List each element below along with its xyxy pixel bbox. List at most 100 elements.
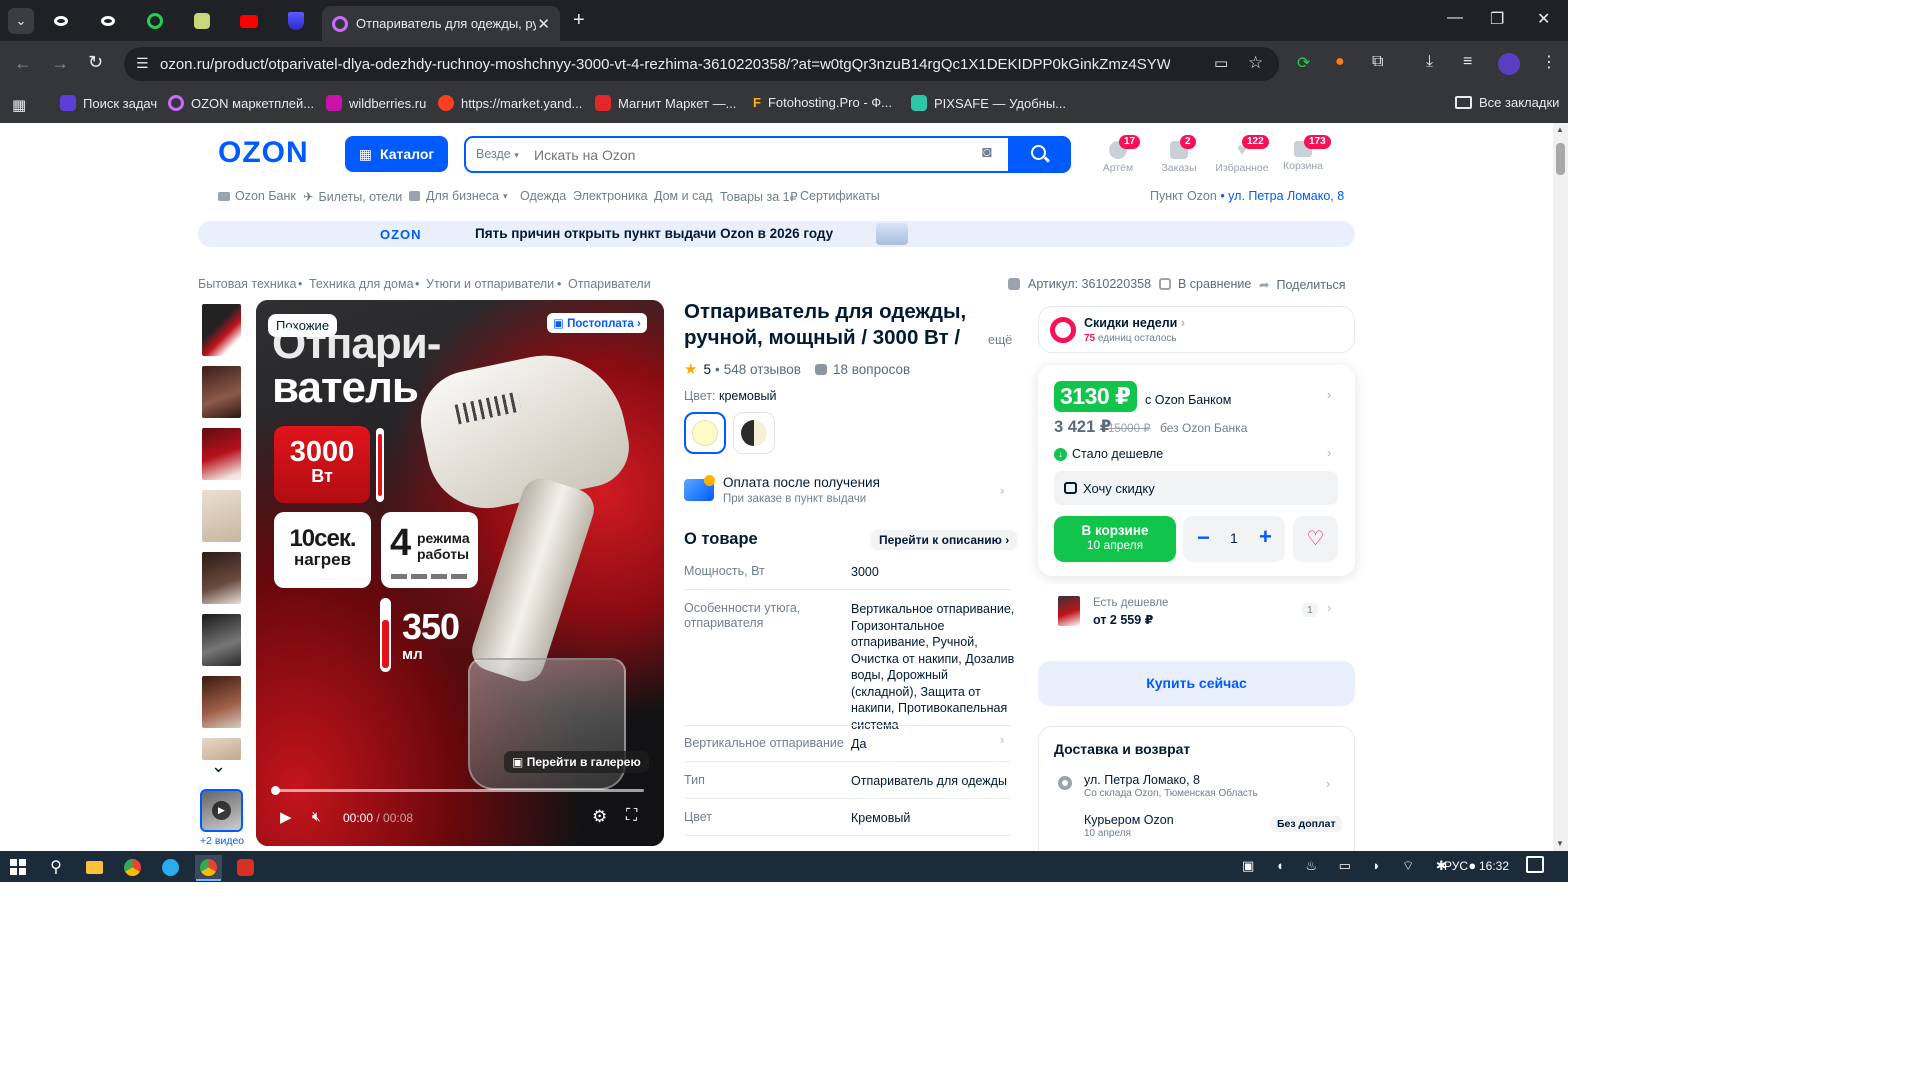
color-swatch-cream[interactable]	[684, 412, 726, 454]
nav-clothes[interactable]: Одежда	[520, 189, 566, 203]
payment-after-delivery[interactable]: Оплата после получения При заказе в пунк…	[684, 473, 1009, 511]
gallery-thumbnail[interactable]	[202, 552, 241, 604]
menu-dots-icon[interactable]: ⋮	[1541, 52, 1557, 72]
gallery-thumbnail[interactable]	[202, 428, 241, 480]
scroll-down-icon[interactable]: ▼	[1556, 839, 1564, 848]
app-icon[interactable]	[233, 855, 257, 879]
search-input[interactable]	[534, 144, 954, 166]
tab-search-button[interactable]: ⌄	[8, 8, 34, 34]
goto-description-link[interactable]: Перейти к описанию ›	[871, 530, 1018, 550]
pickup-point[interactable]: Пункт Ozon • ул. Петра Ломако, 8	[1150, 189, 1344, 203]
goto-gallery-button[interactable]: ▣ Перейти в галерею	[504, 751, 649, 773]
start-button[interactable]	[6, 855, 30, 879]
chrome-active-icon[interactable]	[195, 855, 222, 879]
apps-grid-icon[interactable]: ▦	[12, 96, 26, 114]
compare-button[interactable]: В сравнение	[1159, 277, 1251, 291]
active-tab[interactable]: Отпариватель для одежды, ру ✕	[322, 6, 560, 41]
camera-icon[interactable]: ◙	[982, 144, 992, 162]
bookmark-item[interactable]: OZON маркетплей...	[168, 95, 314, 111]
nav-certificates[interactable]: Сертификаты	[800, 189, 880, 203]
nav-home-garden[interactable]: Дом и сад	[654, 189, 713, 203]
promo-banner[interactable]: OZON Пять причин открыть пункт выдачи Oz…	[198, 221, 1355, 247]
buy-now-button[interactable]: Купить сейчас	[1038, 661, 1355, 706]
share-button[interactable]: ➦ Поделиться	[1259, 277, 1346, 293]
ozon-logo[interactable]: OZON	[218, 136, 309, 170]
article-number[interactable]: Артикул: 3610220358	[1008, 277, 1151, 291]
gallery-thumbnail[interactable]	[202, 614, 241, 666]
catalog-button[interactable]: ▦ Каталог	[345, 136, 448, 172]
page-scrollbar[interactable]: ▲ ▼	[1553, 123, 1568, 851]
chevron-right-icon[interactable]: ›	[1327, 445, 1331, 460]
plus-icon[interactable]: +	[1259, 524, 1272, 550]
video-thumbnail[interactable]: ▶	[200, 789, 243, 832]
telegram-icon[interactable]	[158, 855, 182, 879]
extension-icon[interactable]: ⟳	[1297, 53, 1310, 73]
bookmark-item[interactable]: PIXSAFE — Удобны...	[911, 95, 1066, 111]
extensions-puzzle-icon[interactable]: ⧉	[1372, 53, 1383, 71]
install-app-icon[interactable]: ▭	[1214, 54, 1228, 72]
extension-icon[interactable]: ●	[1335, 53, 1345, 71]
title-more-link[interactable]: ещё	[988, 333, 1012, 347]
week-deals-card[interactable]: Скидки недели › 75 единиц осталось	[1038, 306, 1355, 353]
pinned-tab-3[interactable]	[142, 8, 168, 34]
header-profile[interactable]: 17 Артём	[1089, 135, 1147, 174]
header-cart[interactable]: 173 Корзина	[1274, 135, 1332, 172]
address-bar[interactable]: ☰ ozon.ru/product/otparivatel-dlya-odezh…	[124, 47, 1279, 81]
want-discount-button[interactable]: Хочу скидку	[1054, 471, 1338, 505]
nav-one-ruble[interactable]: Товары за 1₽	[720, 189, 798, 204]
language-indicator[interactable]: РУС	[1444, 859, 1468, 873]
fullscreen-icon[interactable]: ⛶	[626, 807, 637, 825]
breadcrumb-item[interactable]: Утюги и отпариватели	[426, 277, 554, 291]
bookmark-item[interactable]: Магнит Маркет —...	[595, 95, 736, 111]
bookmark-item[interactable]: https://market.yand...	[438, 95, 582, 111]
breadcrumb-item[interactable]: Техника для дома	[309, 277, 414, 291]
settings-gear-icon[interactable]: ⚙	[592, 807, 607, 827]
search-icon[interactable]: ⚲	[44, 855, 68, 879]
clock[interactable]: 16:32	[1479, 859, 1509, 873]
video-count[interactable]: +2 видео	[200, 835, 244, 847]
close-window-icon[interactable]: ✕	[1537, 9, 1550, 29]
scrollbar-thumb[interactable]	[1556, 143, 1565, 175]
forward-icon[interactable]: →	[51, 53, 69, 74]
pinned-tab-2[interactable]	[95, 8, 121, 34]
profile-avatar[interactable]	[1498, 53, 1520, 75]
postpay-badge[interactable]: ▣ Постоплата ›	[547, 313, 647, 333]
bookmark-item[interactable]: F Fotohosting.Pro - Ф...	[753, 95, 892, 110]
chevron-down-icon[interactable]: ⌄	[211, 756, 226, 777]
all-bookmarks[interactable]: Все закладки	[1455, 95, 1559, 110]
header-favorites[interactable]: ♥ 122 Избранное	[1212, 135, 1272, 174]
reload-icon[interactable]: ↻	[88, 52, 103, 73]
gallery-thumbnail[interactable]	[202, 304, 241, 356]
back-icon[interactable]: ←	[14, 53, 32, 74]
gallery-thumbnail[interactable]	[202, 366, 241, 418]
new-tab-icon[interactable]: +	[573, 9, 585, 32]
pinned-tab-4[interactable]	[189, 8, 215, 34]
gallery-thumbnail[interactable]	[202, 490, 241, 542]
chevron-right-icon[interactable]: ›	[1000, 732, 1004, 747]
price-ozon-bank[interactable]: 3130 ₽	[1054, 381, 1137, 412]
breadcrumb-item[interactable]: Бытовая техника	[198, 277, 297, 291]
header-orders[interactable]: 2 Заказы	[1150, 135, 1208, 174]
close-tab-icon[interactable]: ✕	[537, 15, 550, 33]
bookmark-item[interactable]: wildberries.ru	[326, 95, 426, 111]
cheaper-elsewhere-card[interactable]: Есть дешевле от 2 559 ₽ 1 ›	[1046, 584, 1355, 642]
nav-electronics[interactable]: Электроника	[573, 189, 648, 203]
video-progress-bar[interactable]	[274, 789, 644, 792]
chevron-right-icon[interactable]: ›	[1327, 387, 1331, 402]
chrome-icon[interactable]	[120, 855, 144, 879]
play-icon[interactable]: ▶	[280, 808, 292, 826]
file-explorer-icon[interactable]	[82, 855, 106, 879]
download-icon[interactable]: ⤓	[1426, 53, 1433, 71]
minimize-icon[interactable]: —	[1447, 9, 1463, 27]
scroll-up-icon[interactable]: ▲	[1556, 125, 1564, 134]
nav-ozon-bank[interactable]: Ozon Банк	[218, 189, 296, 203]
site-info-icon[interactable]: ☰	[136, 55, 149, 72]
rating-row[interactable]: ★ 5 • 548 отзывов 18 вопросов	[684, 360, 910, 378]
search-button[interactable]	[1008, 136, 1071, 173]
nav-tickets[interactable]: ✈ Билеты, отели	[303, 189, 402, 205]
questions-count[interactable]: 18 вопросов	[833, 362, 910, 377]
bookmark-item[interactable]: Поиск задач	[60, 95, 157, 111]
gallery-thumbnail[interactable]	[202, 676, 241, 728]
bookmark-star-icon[interactable]: ☆	[1248, 53, 1263, 73]
pinned-tab-1[interactable]	[48, 8, 74, 34]
